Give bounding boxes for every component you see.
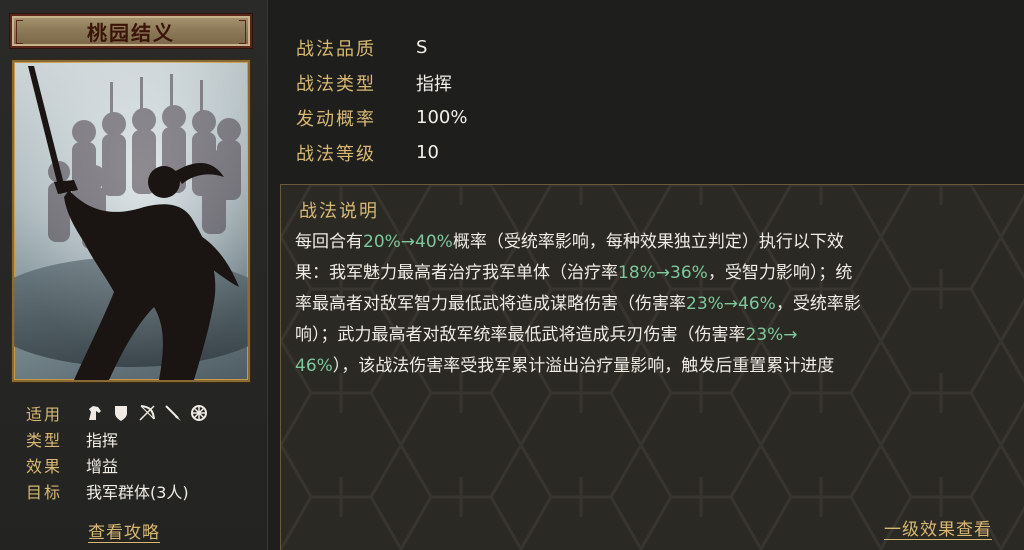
effect-row: 效果 增益 — [26, 452, 256, 478]
highlight-value: 46% — [295, 356, 333, 376]
target-row: 目标 我军群体(3人) — [26, 478, 256, 504]
description-title: 战法说明 — [299, 201, 379, 222]
description-line: 果：我军魅力最高者治疗我军单体（治疗率18%→36%，受智力影响）；统 — [295, 258, 1007, 289]
description-line: 每回合有20%→40%概率（受统率影响，每种效果独立判定）执行以下效 — [295, 227, 1007, 258]
stat-value: 100% — [416, 107, 468, 128]
description-text: 每回合有 — [295, 232, 363, 252]
cavalry-icon — [86, 404, 104, 422]
stat-trigger-rate: 发动概率 100% — [296, 100, 467, 135]
skill-title: 桃园结义 — [87, 20, 175, 45]
stat-type: 战法类型 指挥 — [296, 65, 467, 100]
level-one-effect-link[interactable]: 一级效果查看 — [884, 515, 992, 540]
stat-label: 战法等级 — [296, 143, 376, 165]
description-text: 概率（受统率影响，每种效果独立判定）执行以下效 — [452, 232, 844, 252]
stat-value: 10 — [416, 142, 439, 163]
highlight-value: 23%→ — [745, 325, 798, 345]
highlight-value: 18%→36% — [618, 263, 708, 283]
portrait-art — [14, 62, 248, 380]
skill-portrait — [12, 60, 250, 382]
stat-value: S — [416, 37, 428, 58]
skill-title-plate: 桃园结义 — [10, 14, 252, 48]
skill-card-panel: 桃园结义 适用 类型 指挥 效果 增益 目标 我军群体(3人) 查看攻略 — [0, 0, 268, 550]
stat-label: 战法品质 — [296, 38, 376, 60]
highlight-value: 20%→40% — [363, 232, 453, 252]
shield-icon — [112, 404, 130, 422]
spear-icon — [164, 404, 182, 422]
stat-label: 发动概率 — [296, 108, 376, 130]
wheel-icon — [190, 404, 208, 422]
description-line: 率最高者对敌军智力最低武将造成谋略伤害（伤害率23%→46%，受统率影 — [295, 289, 1007, 320]
description-text: 响）；武力最高者对敌军统率最低武将造成兵刃伤害（伤害率 — [295, 325, 746, 345]
applicable-label: 适用 — [26, 405, 63, 424]
target-value: 我军群体(3人) — [86, 483, 189, 502]
description-text: 率最高者对敌军智力最低武将造成谋略伤害（伤害率 — [295, 294, 686, 314]
description-line: 46%），该战法伤害率受我军累计溢出治疗量影响，触发后重置累计进度 — [295, 351, 1007, 382]
effect-label: 效果 — [26, 457, 63, 476]
stat-label: 战法类型 — [296, 73, 376, 95]
bow-icon — [138, 404, 156, 422]
description-line: 响）；武力最高者对敌军统率最低武将造成兵刃伤害（伤害率23%→ — [295, 320, 1007, 351]
skill-attributes: 适用 类型 指挥 效果 增益 目标 我军群体(3人) — [26, 400, 256, 504]
description-text: ），该战法伤害率受我军累计溢出治疗量影响，触发后重置累计进度 — [332, 356, 835, 376]
applicable-icons — [86, 404, 208, 422]
description-text: ，受统率影 — [775, 294, 861, 314]
applicable-row: 适用 — [26, 400, 256, 426]
effect-value: 增益 — [86, 457, 119, 476]
type-label: 类型 — [26, 431, 63, 450]
stat-value: 指挥 — [416, 73, 452, 95]
skill-stats: 战法品质 S 战法类型 指挥 发动概率 100% 战法等级 10 — [296, 30, 467, 170]
target-label: 目标 — [26, 483, 63, 502]
description-body: 每回合有20%→40%概率（受统率影响，每种效果独立判定）执行以下效 果：我军魅力… — [295, 227, 1007, 382]
skill-description-panel: 战法说明 每回合有20%→40%概率（受统率影响，每种效果独立判定）执行以下效果… — [280, 184, 1024, 550]
description-text: ，受智力影响）；统 — [707, 263, 853, 283]
stat-level: 战法等级 10 — [296, 135, 467, 170]
description-text: 果：我军魅力最高者治疗我军单体（治疗率 — [295, 263, 618, 283]
stat-quality: 战法品质 S — [296, 30, 467, 65]
type-value: 指挥 — [86, 431, 119, 450]
type-row: 类型 指挥 — [26, 426, 256, 452]
highlight-value: 23%→46% — [686, 294, 776, 314]
view-guide-link[interactable]: 查看攻略 — [88, 518, 160, 543]
